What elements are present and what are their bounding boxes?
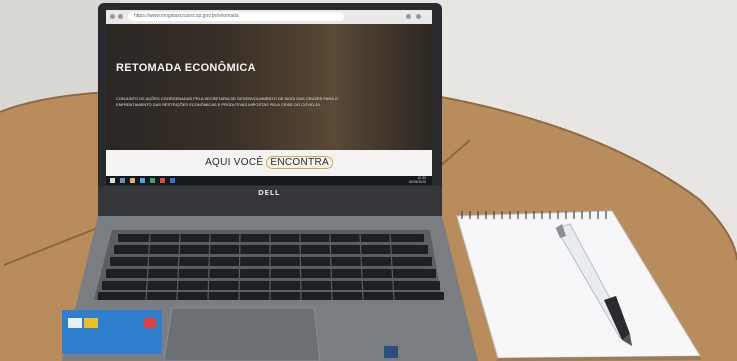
sticker-tile-1: [68, 318, 82, 328]
cta-section: AQUI VOCÊ ENCONTRA: [106, 150, 432, 176]
taskbar-clock[interactable]: 10:32 15/05/2020: [408, 176, 426, 184]
word-icon[interactable]: [170, 178, 175, 183]
cta-prefix: AQUI VOCÊ: [205, 157, 267, 168]
address-bar[interactable]: https://www.mogidascruzes.sp.gov.br/reto…: [128, 12, 344, 21]
page-title: RETOMADA ECONÔMICA: [116, 62, 256, 74]
browser-toolbar: https://www.mogidascruzes.sp.gov.br/reto…: [106, 10, 432, 25]
intel-sticker: [62, 310, 162, 354]
menu-icon[interactable]: [406, 14, 411, 19]
back-icon[interactable]: [110, 14, 115, 19]
corner-sticker: [384, 346, 398, 358]
store-icon[interactable]: [150, 178, 155, 183]
forward-icon[interactable]: [118, 14, 123, 19]
hero-text-line-2: ENFRENTAMENTO DAS RESTRIÇÕES ECONÔMICAS …: [116, 102, 321, 107]
laptop-screen: https://www.mogidascruzes.sp.gov.br/reto…: [106, 10, 432, 185]
taskbar-date: 15/05/2020: [408, 179, 426, 184]
sticker-tile-3: [144, 318, 156, 328]
dell-logo: DELL: [258, 189, 280, 197]
profile-icon[interactable]: [416, 14, 421, 19]
folder-icon[interactable]: [130, 178, 135, 183]
cta-heading: AQUI VOCÊ ENCONTRA: [106, 156, 432, 169]
hero-text-line-1: CONJUNTO DE AÇÕES COORDENADAS PELA SECRE…: [116, 96, 338, 101]
hero-banner: RETOMADA ECONÔMICA CONJUNTO DE AÇÕES COO…: [106, 24, 432, 150]
touchpad: [163, 307, 321, 361]
taskbar: 10:32 15/05/2020: [106, 176, 432, 185]
start-icon[interactable]: [110, 178, 115, 183]
search-icon[interactable]: [120, 178, 125, 183]
chrome-icon[interactable]: [160, 178, 165, 183]
cta-highlight: ENCONTRA: [266, 156, 333, 169]
edge-icon[interactable]: [140, 178, 145, 183]
sticker-tile-2: [84, 318, 98, 328]
